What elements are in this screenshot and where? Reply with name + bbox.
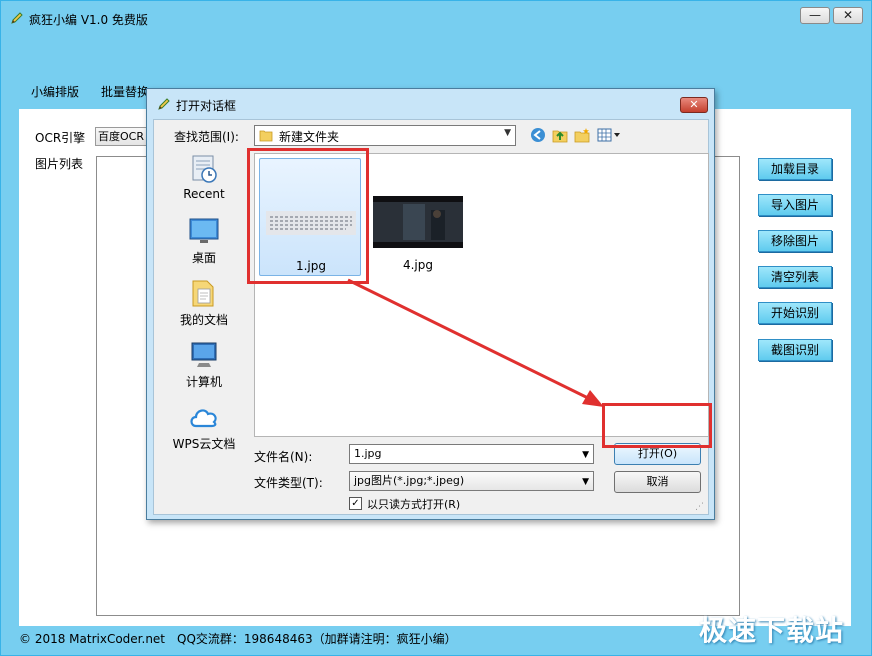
load-directory-button[interactable]: 加载目录	[758, 158, 832, 180]
screenshot-recognition-button[interactable]: 截图识别	[758, 339, 832, 361]
watermark-logo: 极速下载站	[699, 614, 845, 647]
file-name: 4.jpg	[402, 258, 434, 272]
filetype-select[interactable]: jpg图片(*.jpg;*.jpeg) ▼	[349, 471, 594, 491]
image-thumbnail	[266, 211, 356, 235]
minimize-button[interactable]: —	[800, 7, 830, 24]
readonly-label: 以只读方式打开(R)	[367, 498, 461, 511]
footer-text: © 2018 MatrixCoder.net QQ交流群：198648463（加…	[19, 632, 457, 646]
dialog-title: 打开对话框	[176, 99, 237, 113]
chevron-down-icon[interactable]: ▼	[582, 446, 589, 464]
place-wps-cloud[interactable]: WPS云文档	[155, 401, 253, 452]
place-label: 计算机	[185, 375, 222, 389]
ocr-engine-label: OCR引擎	[35, 131, 86, 145]
file-item-4jpg[interactable]: 4.jpg	[367, 158, 469, 276]
new-folder-icon[interactable]	[574, 127, 590, 143]
app-title: 疯狂小编 V1.0 免费版	[29, 13, 148, 27]
import-image-button[interactable]: 导入图片	[758, 194, 832, 216]
place-desktop[interactable]: 桌面	[155, 215, 253, 266]
folder-icon	[259, 130, 273, 142]
place-label: 桌面	[191, 251, 216, 265]
look-in-label: 查找范围(I):	[174, 130, 239, 144]
places-bar: Recent 桌面 我的文档 计算机 WPS云文档	[155, 153, 253, 514]
open-button[interactable]: 打开(O)	[614, 443, 701, 465]
look-in-select[interactable]: 新建文件夹 ▼	[254, 125, 516, 146]
start-recognition-button[interactable]: 开始识别	[758, 302, 832, 324]
resize-grip-icon[interactable]: ⋰	[695, 502, 707, 514]
place-label: Recent	[183, 187, 225, 201]
place-recent[interactable]: Recent	[155, 153, 253, 201]
image-thumbnail	[373, 196, 463, 248]
place-label: 我的文档	[179, 313, 228, 327]
menu-item-batch-replace[interactable]: 批量替换	[101, 83, 149, 100]
filetype-value: jpg图片(*.jpg;*.jpeg)	[354, 474, 465, 487]
filename-label: 文件名(N):	[254, 450, 313, 464]
dialog-close-button[interactable]: ✕	[680, 97, 708, 113]
dialog-body: 查找范围(I): 新建文件夹 ▼ Recent 桌面 我的文档 计算机 WPS云…	[153, 119, 709, 515]
filetype-label: 文件类型(T):	[254, 476, 323, 490]
file-list[interactable]: 1.jpg 4.jpg	[254, 153, 709, 437]
chevron-down-icon: ▼	[504, 128, 511, 138]
chevron-down-icon: ▼	[582, 477, 589, 487]
back-icon[interactable]	[530, 127, 546, 143]
cancel-button[interactable]: 取消	[614, 471, 701, 493]
remove-image-button[interactable]: 移除图片	[758, 230, 832, 252]
recent-places-icon	[192, 155, 217, 183]
clear-list-button[interactable]: 清空列表	[758, 266, 832, 288]
filename-input[interactable]: 1.jpg ▼	[349, 444, 594, 464]
look-in-value: 新建文件夹	[279, 130, 340, 144]
cloud-icon	[190, 409, 217, 428]
up-folder-icon[interactable]	[552, 127, 568, 143]
filename-value: 1.jpg	[354, 447, 382, 460]
pencil-icon	[158, 98, 170, 110]
readonly-checkbox[interactable]: ✓	[349, 497, 362, 510]
documents-folder-icon	[192, 280, 214, 307]
place-label: WPS云文档	[172, 437, 236, 451]
file-name: 1.jpg	[295, 259, 327, 273]
pencil-icon	[11, 12, 23, 24]
close-button[interactable]: ✕	[833, 7, 863, 24]
image-list-label: 图片列表	[35, 157, 84, 171]
computer-icon	[191, 342, 217, 367]
desktop-icon	[189, 218, 219, 243]
file-item-1jpg[interactable]: 1.jpg	[259, 158, 361, 276]
place-computer[interactable]: 计算机	[155, 339, 253, 390]
open-dialog: 打开对话框 ✕ 查找范围(I): 新建文件夹 ▼ Recent 桌面 我的文档 …	[146, 88, 715, 520]
menu-item-layout[interactable]: 小编排版	[31, 83, 79, 100]
view-menu-icon[interactable]	[597, 127, 623, 143]
place-my-documents[interactable]: 我的文档	[155, 277, 253, 328]
